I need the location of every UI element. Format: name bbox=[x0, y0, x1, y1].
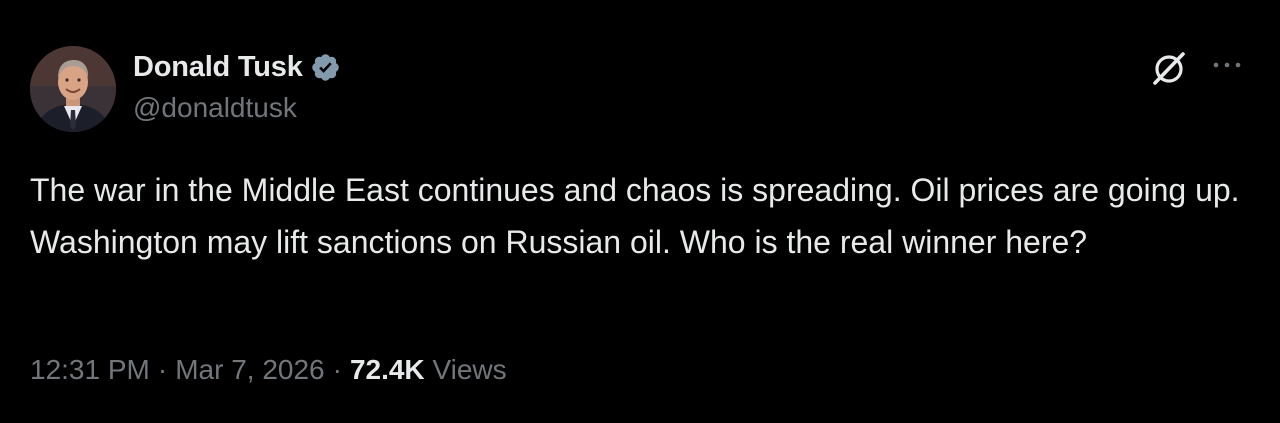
tweet-date[interactable]: Mar 7, 2026 bbox=[175, 354, 324, 385]
tweet: Donald Tusk @donaldtusk The war in the M… bbox=[0, 0, 1280, 423]
author-display-name[interactable]: Donald Tusk bbox=[133, 51, 303, 84]
meta-separator: · bbox=[332, 354, 342, 385]
meta-separator: · bbox=[157, 354, 168, 385]
grok-icon[interactable] bbox=[1150, 49, 1188, 87]
views-count[interactable]: 72.4K bbox=[350, 354, 425, 385]
avatar[interactable] bbox=[30, 46, 116, 132]
verified-badge-icon[interactable] bbox=[310, 52, 341, 83]
author-handle[interactable]: @donaldtusk bbox=[133, 92, 297, 124]
tweet-time[interactable]: 12:31 PM bbox=[30, 354, 150, 385]
more-options-icon[interactable] bbox=[1207, 55, 1247, 75]
views-label: Views bbox=[432, 354, 507, 385]
avatar-image bbox=[30, 46, 116, 132]
tweet-metadata: 12:31 PM · Mar 7, 2026 · 72.4K Views bbox=[30, 354, 507, 386]
author-name-row: Donald Tusk bbox=[133, 48, 341, 86]
tweet-text: The war in the Middle East continues and… bbox=[30, 172, 1240, 260]
